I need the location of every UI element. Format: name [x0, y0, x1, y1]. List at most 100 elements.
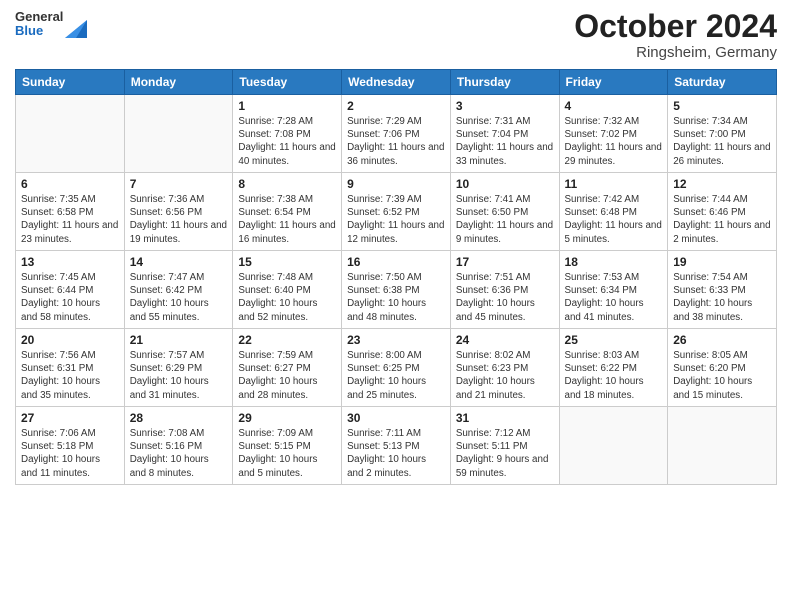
day-number: 10: [456, 177, 554, 191]
calendar-cell: 26 Sunrise: 8:05 AM Sunset: 6:20 PM Dayli…: [668, 329, 777, 407]
day-number: 15: [238, 255, 336, 269]
col-monday: Monday: [124, 70, 233, 95]
calendar-cell: 3 Sunrise: 7:31 AM Sunset: 7:04 PM Daylig…: [450, 95, 559, 173]
logo-general: General: [15, 10, 63, 24]
day-number: 16: [347, 255, 445, 269]
day-number: 27: [21, 411, 119, 425]
day-number: 12: [673, 177, 771, 191]
calendar-cell: 30Sunrise: 7:11 AM Sunset: 5:13 PM Dayli…: [342, 407, 451, 485]
calendar-cell: [559, 407, 668, 485]
col-friday: Friday: [559, 70, 668, 95]
day-info: Sunrise: 7:36 AM Sunset: 6:56 PM Dayligh…: [130, 193, 228, 246]
day-info: Sunrise: 7:42 AM Sunset: 6:48 PM Dayligh…: [565, 193, 663, 246]
col-wednesday: Wednesday: [342, 70, 451, 95]
day-info: Sunrise: 7:48 AM Sunset: 6:40 PM Dayligh…: [238, 271, 336, 324]
month-title: October 2024: [574, 10, 777, 42]
logo-text: General Blue: [15, 10, 63, 39]
calendar-table: Sunday Monday Tuesday Wednesday Thursday…: [15, 69, 777, 485]
day-info: Sunrise: 8:03 AM Sunset: 6:22 PM Dayligh…: [565, 349, 663, 402]
calendar-cell: 20Sunrise: 7:56 AM Sunset: 6:31 PM Dayli…: [16, 329, 125, 407]
col-tuesday: Tuesday: [233, 70, 342, 95]
title-area: October 2024 Ringsheim, Germany: [574, 10, 777, 61]
day-info: Sunrise: 7:28 AM Sunset: 7:08 PM Dayligh…: [238, 115, 336, 168]
day-info: Sunrise: 7:34 AM Sunset: 7:00 PM Dayligh…: [673, 115, 771, 168]
day-number: 9: [347, 177, 445, 191]
day-number: 30: [347, 411, 445, 425]
day-number: 20: [21, 333, 119, 347]
day-info: Sunrise: 7:41 AM Sunset: 6:50 PM Dayligh…: [456, 193, 554, 246]
day-info: Sunrise: 8:00 AM Sunset: 6:25 PM Dayligh…: [347, 349, 445, 402]
day-number: 6: [21, 177, 119, 191]
logo-icon: [65, 10, 87, 38]
day-number: 21: [130, 333, 228, 347]
calendar-week-4: 27 Sunrise: 7:06 AM Sunset: 5:18 PM Dayli…: [16, 407, 777, 485]
calendar-cell: 2Sunrise: 7:29 AM Sunset: 7:06 PM Daylig…: [342, 95, 451, 173]
calendar-cell: 19 Sunrise: 7:54 AM Sunset: 6:33 PM Dayli…: [668, 251, 777, 329]
header-row: Sunday Monday Tuesday Wednesday Thursday…: [16, 70, 777, 95]
calendar-header: Sunday Monday Tuesday Wednesday Thursday…: [16, 70, 777, 95]
calendar-cell: 9 Sunrise: 7:39 AM Sunset: 6:52 PM Daylig…: [342, 173, 451, 251]
calendar-cell: [124, 95, 233, 173]
calendar-week-3: 20Sunrise: 7:56 AM Sunset: 6:31 PM Dayli…: [16, 329, 777, 407]
col-thursday: Thursday: [450, 70, 559, 95]
day-number: 3: [456, 99, 554, 113]
day-number: 24: [456, 333, 554, 347]
day-info: Sunrise: 7:12 AM Sunset: 5:11 PM Dayligh…: [456, 427, 554, 480]
calendar-cell: 21Sunrise: 7:57 AM Sunset: 6:29 PM Dayli…: [124, 329, 233, 407]
logo: General Blue: [15, 10, 87, 39]
calendar-week-2: 13Sunrise: 7:45 AM Sunset: 6:44 PM Dayli…: [16, 251, 777, 329]
day-number: 23: [347, 333, 445, 347]
day-number: 29: [238, 411, 336, 425]
day-number: 18: [565, 255, 663, 269]
calendar-cell: 28Sunrise: 7:08 AM Sunset: 5:16 PM Dayli…: [124, 407, 233, 485]
calendar-cell: 24 Sunrise: 8:02 AM Sunset: 6:23 PM Dayli…: [450, 329, 559, 407]
day-info: Sunrise: 7:32 AM Sunset: 7:02 PM Dayligh…: [565, 115, 663, 168]
calendar-cell: 4 Sunrise: 7:32 AM Sunset: 7:02 PM Daylig…: [559, 95, 668, 173]
day-info: Sunrise: 7:44 AM Sunset: 6:46 PM Dayligh…: [673, 193, 771, 246]
col-sunday: Sunday: [16, 70, 125, 95]
calendar-cell: 11 Sunrise: 7:42 AM Sunset: 6:48 PM Dayli…: [559, 173, 668, 251]
day-number: 22: [238, 333, 336, 347]
day-number: 19: [673, 255, 771, 269]
day-info: Sunrise: 7:31 AM Sunset: 7:04 PM Dayligh…: [456, 115, 554, 168]
calendar-cell: 5 Sunrise: 7:34 AM Sunset: 7:00 PM Daylig…: [668, 95, 777, 173]
col-saturday: Saturday: [668, 70, 777, 95]
page: General Blue October 2024 Ringsheim, Ger…: [0, 0, 792, 612]
calendar-week-1: 6Sunrise: 7:35 AM Sunset: 6:58 PM Daylig…: [16, 173, 777, 251]
calendar-body: 1 Sunrise: 7:28 AM Sunset: 7:08 PM Daylig…: [16, 95, 777, 485]
day-info: Sunrise: 7:08 AM Sunset: 5:16 PM Dayligh…: [130, 427, 228, 480]
calendar-cell: [16, 95, 125, 173]
day-info: Sunrise: 7:45 AM Sunset: 6:44 PM Dayligh…: [21, 271, 119, 324]
day-info: Sunrise: 8:05 AM Sunset: 6:20 PM Dayligh…: [673, 349, 771, 402]
day-info: Sunrise: 8:02 AM Sunset: 6:23 PM Dayligh…: [456, 349, 554, 402]
day-number: 5: [673, 99, 771, 113]
calendar-cell: 15 Sunrise: 7:48 AM Sunset: 6:40 PM Dayli…: [233, 251, 342, 329]
day-number: 26: [673, 333, 771, 347]
calendar-cell: 22Sunrise: 7:59 AM Sunset: 6:27 PM Dayli…: [233, 329, 342, 407]
calendar-cell: 31 Sunrise: 7:12 AM Sunset: 5:11 PM Dayli…: [450, 407, 559, 485]
calendar-cell: 27 Sunrise: 7:06 AM Sunset: 5:18 PM Dayli…: [16, 407, 125, 485]
day-number: 1: [238, 99, 336, 113]
calendar-cell: 10 Sunrise: 7:41 AM Sunset: 6:50 PM Dayli…: [450, 173, 559, 251]
calendar-cell: 8Sunrise: 7:38 AM Sunset: 6:54 PM Daylig…: [233, 173, 342, 251]
day-info: Sunrise: 7:38 AM Sunset: 6:54 PM Dayligh…: [238, 193, 336, 246]
day-number: 7: [130, 177, 228, 191]
calendar-week-0: 1 Sunrise: 7:28 AM Sunset: 7:08 PM Daylig…: [16, 95, 777, 173]
day-info: Sunrise: 7:39 AM Sunset: 6:52 PM Dayligh…: [347, 193, 445, 246]
calendar-cell: 14Sunrise: 7:47 AM Sunset: 6:42 PM Dayli…: [124, 251, 233, 329]
day-number: 25: [565, 333, 663, 347]
day-info: Sunrise: 7:06 AM Sunset: 5:18 PM Dayligh…: [21, 427, 119, 480]
logo-blue: Blue: [15, 24, 63, 38]
location: Ringsheim, Germany: [574, 44, 777, 61]
calendar-cell: 12 Sunrise: 7:44 AM Sunset: 6:46 PM Dayli…: [668, 173, 777, 251]
day-number: 11: [565, 177, 663, 191]
calendar-cell: 25 Sunrise: 8:03 AM Sunset: 6:22 PM Dayli…: [559, 329, 668, 407]
day-number: 31: [456, 411, 554, 425]
day-number: 4: [565, 99, 663, 113]
calendar-cell: [668, 407, 777, 485]
calendar-cell: 17Sunrise: 7:51 AM Sunset: 6:36 PM Dayli…: [450, 251, 559, 329]
day-info: Sunrise: 7:09 AM Sunset: 5:15 PM Dayligh…: [238, 427, 336, 480]
day-info: Sunrise: 7:54 AM Sunset: 6:33 PM Dayligh…: [673, 271, 771, 324]
calendar-cell: 7 Sunrise: 7:36 AM Sunset: 6:56 PM Daylig…: [124, 173, 233, 251]
day-number: 14: [130, 255, 228, 269]
